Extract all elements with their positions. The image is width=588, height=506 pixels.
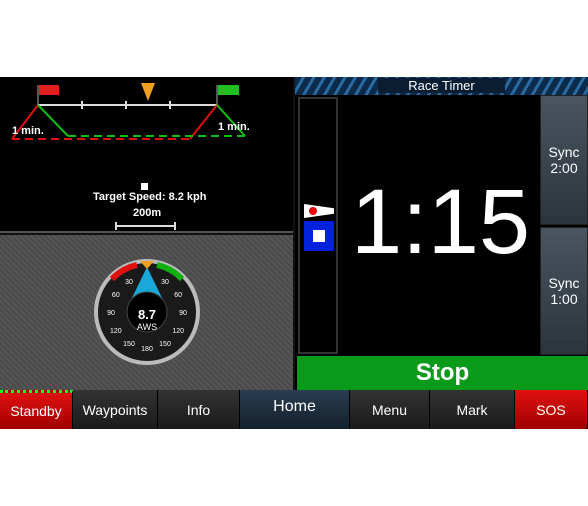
port-flag-icon: [39, 85, 59, 95]
signal-flag-column: [298, 97, 338, 354]
bottom-nav-bar: Standby Waypoints Info Home Menu Mark SO…: [0, 390, 588, 429]
aws-unit: AWS: [136, 322, 158, 332]
target-speed-label: Target Speed: 8.2 kph: [93, 191, 207, 203]
gauge-tick-label: 120: [110, 328, 122, 335]
gauge-tick-label: 60: [174, 292, 182, 299]
info-button[interactable]: Info: [158, 390, 240, 429]
start-line-chart: 1 min. 1 min. Target Speed: 8.2 kph 200m: [0, 77, 293, 233]
sos-button[interactable]: SOS: [515, 390, 588, 429]
sync-1min-button[interactable]: Sync 1:00: [540, 227, 588, 355]
mark-button[interactable]: Mark: [430, 390, 515, 429]
mark-icon: [141, 83, 155, 101]
gauge-tick-label: 90: [107, 310, 115, 317]
starboard-flag-icon: [218, 85, 239, 95]
port-time-label: 1 min.: [12, 125, 44, 137]
race-timer-panel: Race Timer 1:15 Sync 2:00 Sync 1:00 Stop: [295, 77, 588, 390]
sync-2min-button[interactable]: Sync 2:00: [540, 95, 588, 225]
countdown-time: 1:15: [350, 171, 531, 273]
sync-label: Sync: [548, 275, 580, 291]
home-button[interactable]: Home: [240, 390, 350, 429]
sync-time: 2:00: [550, 160, 578, 176]
gauge-tick-label: 60: [112, 292, 120, 299]
gauge-tick-label: 120: [172, 328, 184, 335]
scale-label: 200m: [133, 207, 162, 219]
chartplotter-screen: 1 min. 1 min. Target Speed: 8.2 kph 200m…: [0, 77, 588, 429]
sync-label: Sync: [548, 144, 580, 160]
gauge-tick-label: 30: [161, 279, 169, 286]
aws-value: 8.7: [137, 307, 157, 322]
race-timer-header: Race Timer: [295, 77, 588, 95]
p-flag-icon: [304, 221, 334, 251]
stop-button[interactable]: Stop: [297, 356, 588, 390]
waypoints-button[interactable]: Waypoints: [73, 390, 158, 429]
wind-gauge-panel: 30 60 90 120 150 180 150 120 90 60 30 8.7 AWS: [0, 235, 293, 390]
gauge-tick-label: 30: [125, 279, 133, 286]
gauge-tick-label: 150: [159, 341, 171, 348]
standby-button[interactable]: Standby: [0, 390, 73, 429]
gauge-tick-label: 180: [141, 346, 153, 353]
signal-pennant-icon: [304, 204, 334, 218]
starboard-time-label: 1 min.: [218, 121, 250, 133]
gauge-tick-label: 90: [179, 310, 187, 317]
menu-button[interactable]: Menu: [350, 390, 430, 429]
sync-time: 1:00: [550, 291, 578, 307]
gauge-tick-label: 150: [123, 341, 135, 348]
race-timer-title: Race Timer: [378, 78, 505, 93]
